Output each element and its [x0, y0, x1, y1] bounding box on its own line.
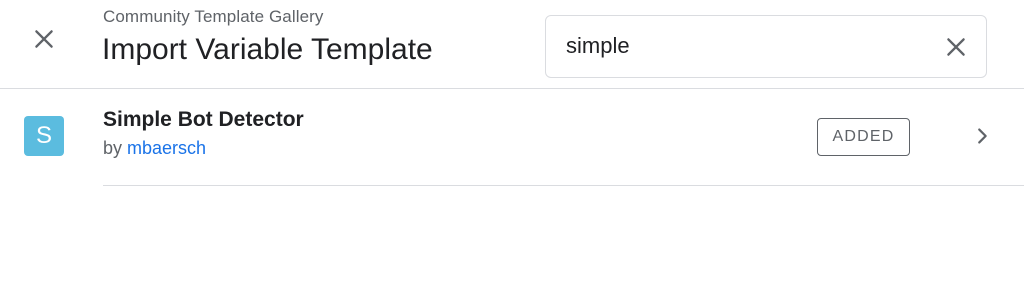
added-badge: ADDED: [817, 118, 910, 156]
template-gallery-dialog: Community Template Gallery Import Variab…: [0, 0, 1024, 287]
clear-search-button[interactable]: [940, 31, 972, 63]
close-button[interactable]: [26, 21, 62, 57]
dialog-header: Community Template Gallery Import Variab…: [0, 0, 1024, 89]
search-box[interactable]: [545, 15, 987, 78]
template-author-line: by mbaersch: [103, 138, 206, 159]
open-template-button[interactable]: [968, 122, 996, 150]
dialog-title: Import Variable Template: [102, 33, 433, 66]
template-list-item[interactable]: S Simple Bot Detector by mbaersch ADDED: [0, 89, 1024, 186]
row-divider: [103, 185, 1024, 186]
author-prefix: by: [103, 138, 123, 158]
author-link[interactable]: mbaersch: [127, 138, 206, 158]
search-input[interactable]: [566, 30, 926, 62]
template-avatar: S: [24, 116, 64, 156]
template-name: Simple Bot Detector: [103, 108, 304, 131]
dialog-subtitle: Community Template Gallery: [103, 7, 324, 26]
chevron-right-icon: [978, 128, 987, 144]
close-icon: [947, 38, 965, 56]
close-icon: [35, 30, 53, 48]
